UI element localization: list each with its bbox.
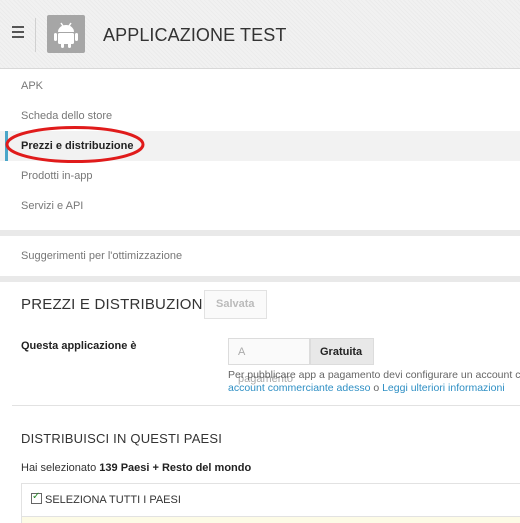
app-title: APPLICAZIONE TEST [103, 25, 287, 45]
menu-icon[interactable] [12, 26, 24, 38]
paid-option-button[interactable]: A pagamento [228, 338, 310, 385]
distribution-title: DISTRIBUISCI IN QUESTI PAESI [21, 431, 223, 446]
sidebar-nav-secondary: Suggerimenti per l'ottimizzazione [0, 236, 520, 276]
nav-item-pricing-distribution[interactable]: Prezzi e distribuzione [0, 131, 520, 161]
selected-prefix: Hai selezionato [21, 462, 100, 474]
free-option-button[interactable]: Gratuita [310, 338, 374, 365]
pricing-info-line: Per pubblicare app a pagamento devi conf… [228, 369, 520, 381]
main-panel: PREZZI E DISTRIBUZIONE Salvata Questa ap… [0, 282, 520, 523]
notice-strip [21, 517, 520, 523]
nav-item-in-app-products[interactable]: Prodotti in-app [0, 161, 520, 191]
learn-more-link[interactable]: Leggi ulteriori informazioni [382, 382, 505, 394]
header-divider [35, 18, 36, 52]
android-app-icon [47, 15, 85, 53]
nav-item-store-listing[interactable]: Scheda dello store [0, 101, 520, 131]
select-all-countries-row[interactable]: SELEZIONA TUTTI I PAESI [21, 483, 520, 517]
saved-status-button[interactable]: Salvata [204, 290, 267, 319]
selected-countries-text: Hai selezionato 139 Paesi + Resto del mo… [21, 462, 251, 474]
nav-item-optimization-tips[interactable]: Suggerimenti per l'ottimizzazione [0, 241, 520, 271]
pricing-info-text: Per pubblicare app a pagamento devi conf… [228, 369, 520, 395]
page-title: PREZZI E DISTRIBUZIONE [21, 296, 213, 313]
app-type-label: Questa applicazione è [21, 340, 137, 352]
sidebar-nav: APK Scheda dello store Prezzi e distribu… [0, 69, 520, 230]
top-bar: APPLICAZIONE TEST [0, 0, 520, 69]
select-all-checkbox[interactable] [31, 491, 42, 504]
section-divider [12, 405, 520, 406]
merchant-account-link[interactable]: account commerciante adesso [228, 382, 370, 394]
select-all-label: SELEZIONA TUTTI I PAESI [45, 494, 181, 506]
nav-item-services-api[interactable]: Servizi e API [0, 191, 520, 221]
nav-item-apk[interactable]: APK [0, 71, 520, 101]
info-or-text: o [370, 382, 383, 394]
selected-count: 139 Paesi + Resto del mondo [99, 462, 252, 474]
